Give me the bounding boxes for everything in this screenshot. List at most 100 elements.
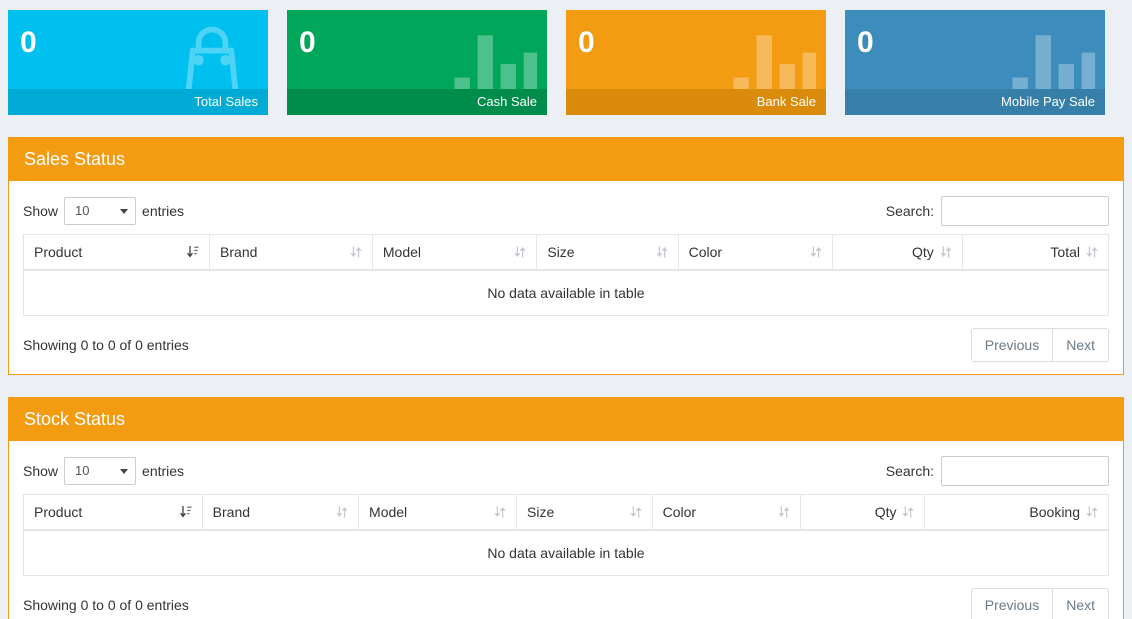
datatable-footer: Showing 0 to 0 of 0 entries Previous Nex… (23, 316, 1109, 362)
datatable-controls: Show 102550100 entries Search: (23, 191, 1109, 234)
table-body: No data available in table (23, 269, 1109, 316)
panel-body: Show 102550100 entries Search: (9, 441, 1123, 619)
column-header-label: Qty (911, 243, 934, 260)
entries-per-page-select[interactable]: 102550100 (64, 456, 137, 485)
entries-label-suffix: entries (142, 462, 185, 479)
stat-card-bank-sale[interactable]: 0 Bank Sale (566, 10, 826, 115)
entries-length-label: Show 102550100 entries (23, 456, 185, 485)
sort-ascending-icon (187, 245, 199, 259)
column-header-size[interactable]: Size (536, 233, 679, 271)
next-page-button[interactable]: Next (1053, 587, 1109, 619)
column-header-label: Product (34, 243, 83, 260)
sort-both-icon (336, 505, 348, 519)
sort-both-icon (494, 505, 506, 519)
search-input[interactable] (941, 195, 1109, 226)
entries-label-suffix: entries (142, 202, 185, 219)
table-info-text: Showing 0 to 0 of 0 entries (23, 596, 189, 613)
panel-list: Sales Status Show 102550100 entries (8, 137, 1124, 619)
stat-card-value: 0 (299, 26, 316, 59)
entries-label-prefix: Show (23, 202, 59, 219)
table-header-row: Product Brand Model Size Color Qty Booking (23, 493, 1109, 531)
table-row: No data available in table (23, 529, 1109, 576)
entries-select-wrapper[interactable]: 102550100 (64, 456, 137, 485)
column-header-qty[interactable]: Qty (832, 233, 963, 271)
column-header-color[interactable]: Color (651, 493, 802, 531)
search-label: Search: (885, 202, 934, 219)
panel-title: Stock Status (9, 399, 1123, 441)
sort-both-icon (350, 245, 362, 259)
column-header-label: Model (369, 503, 408, 520)
column-header-label: Product (34, 503, 83, 520)
next-page-button[interactable]: Next (1053, 327, 1109, 362)
previous-page-button[interactable]: Previous (970, 587, 1054, 619)
entries-length-control: Show 102550100 entries (23, 196, 185, 225)
column-header-model[interactable]: Model (371, 233, 538, 271)
column-header-brand[interactable]: Brand (209, 233, 373, 271)
panel-sales-status: Sales Status Show 102550100 entries (8, 137, 1124, 375)
search-label-wrapper: Search: (885, 455, 1109, 486)
sort-both-icon (1086, 245, 1098, 259)
entries-select-wrapper[interactable]: 102550100 (64, 196, 137, 225)
sort-both-icon (778, 505, 790, 519)
sort-both-icon (902, 505, 914, 519)
column-header-model[interactable]: Model (358, 493, 517, 531)
stat-card-row: 0 Total Sales 0 Cash Sale 0 Bank Sale 0 … (8, 10, 1124, 115)
column-header-label: Total (1050, 243, 1080, 260)
column-header-label: Size (547, 243, 575, 260)
sort-both-icon (940, 245, 952, 259)
stat-card-value: 0 (857, 26, 874, 59)
search-control: Search: (885, 455, 1109, 486)
column-header-size[interactable]: Size (516, 493, 653, 531)
table-head: Product Brand Model Size Color Qty Total (22, 233, 1110, 271)
column-header-total[interactable]: Total (961, 233, 1110, 271)
column-header-label: Color (662, 503, 697, 520)
stat-card-value: 0 (20, 26, 37, 59)
data-table: Product Brand Model Size Color Qty Total No da… (22, 233, 1110, 316)
search-label: Search: (885, 462, 934, 479)
table-info-text: Showing 0 to 0 of 0 entries (23, 336, 189, 353)
column-header-label: Qty (874, 503, 897, 520)
table-head: Product Brand Model Size Color Qty Booking (23, 493, 1109, 531)
column-header-label: Booking (1029, 503, 1080, 520)
entries-length-control: Show 102550100 entries (23, 456, 185, 485)
panel-title: Sales Status (9, 140, 1123, 181)
search-label-wrapper: Search: (885, 195, 1109, 226)
column-header-product[interactable]: Product (22, 233, 211, 271)
stat-card-total-sales[interactable]: 0 Total Sales (8, 10, 268, 115)
column-header-label: Size (527, 503, 555, 520)
stat-card-label: Bank Sale (566, 89, 826, 115)
pagination: Previous Next (970, 327, 1109, 362)
column-header-label: Brand (220, 243, 258, 260)
column-header-brand[interactable]: Brand (201, 493, 360, 531)
column-header-color[interactable]: Color (677, 233, 834, 271)
previous-page-button[interactable]: Previous (970, 327, 1054, 362)
panel-body: Show 102550100 entries Search: (9, 181, 1123, 374)
stat-card-label: Mobile Pay Sale (845, 89, 1105, 115)
table-row: No data available in table (23, 269, 1109, 316)
column-header-product[interactable]: Product (23, 493, 203, 531)
stat-card-value: 0 (578, 26, 595, 59)
sort-both-icon (630, 505, 642, 519)
stat-card-label: Total Sales (8, 89, 268, 115)
column-header-label: Brand (212, 503, 251, 520)
stat-card-cash-sale[interactable]: 0 Cash Sale (287, 10, 547, 115)
sort-both-icon (514, 245, 526, 259)
column-header-label: Model (382, 243, 422, 260)
table-body: No data available in table (23, 529, 1109, 576)
datatable-footer: Showing 0 to 0 of 0 entries Previous Nex… (23, 576, 1109, 619)
datatable-controls: Show 102550100 entries Search: (23, 451, 1109, 494)
empty-table-message: No data available in table (23, 529, 1109, 576)
entries-per-page-select[interactable]: 102550100 (64, 196, 137, 225)
column-header-qty[interactable]: Qty (800, 493, 926, 531)
column-header-booking[interactable]: Booking (924, 493, 1109, 531)
search-input[interactable] (941, 455, 1109, 486)
sort-both-icon (810, 245, 822, 259)
stat-card-label: Cash Sale (287, 89, 547, 115)
sort-both-icon (656, 245, 668, 259)
dashboard-page: 0 Total Sales 0 Cash Sale 0 Bank Sale 0 … (0, 0, 1132, 619)
entries-length-label: Show 102550100 entries (23, 196, 185, 225)
sort-ascending-icon (179, 505, 192, 519)
table-header-row: Product Brand Model Size Color Qty Total (22, 233, 1110, 271)
stat-card-mobile-pay-sale[interactable]: 0 Mobile Pay Sale (845, 10, 1105, 115)
search-control: Search: (885, 195, 1109, 226)
